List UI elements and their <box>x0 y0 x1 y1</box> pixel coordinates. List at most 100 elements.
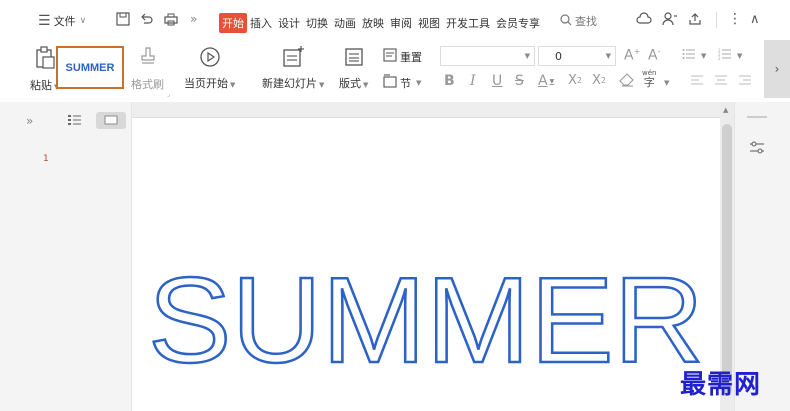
tab-design[interactable]: 设计 <box>275 15 303 31</box>
tab-insert[interactable]: 插入 <box>247 15 275 31</box>
svg-text:3: 3 <box>718 56 721 60</box>
clear-format-icon[interactable] <box>619 73 635 87</box>
play-dropdown-icon: ▼ <box>230 81 236 89</box>
bullets-dropdown-icon: ▼ <box>701 51 707 60</box>
bullets-button[interactable]: ▼ <box>682 48 706 63</box>
layout-button[interactable]: 版式 ▼ <box>339 46 368 91</box>
section-button[interactable]: 节 ▼ <box>383 74 421 91</box>
paste-button[interactable]: 粘贴▼ <box>30 46 59 93</box>
search-icon <box>560 13 572 29</box>
italic-icon[interactable]: I <box>470 73 476 89</box>
ribbon-scroll-right-button[interactable]: › <box>764 40 790 98</box>
align-center-icon[interactable] <box>714 74 728 86</box>
paste-label: 粘贴 <box>30 79 52 92</box>
font-shrink-icon: A- <box>648 47 661 64</box>
tab-review[interactable]: 审阅 <box>387 15 415 31</box>
new-slide-label: 新建幻灯片 <box>262 77 317 90</box>
more-options-icon[interactable]: ⋮ <box>728 11 742 27</box>
scrollbar-thumb[interactable] <box>722 124 732 394</box>
cloud-sync-icon[interactable] <box>636 12 652 26</box>
hamburger-icon: ☰ <box>38 13 51 29</box>
font-color-icon[interactable]: A ▼ <box>538 73 554 89</box>
tab-home[interactable]: 开始 <box>219 13 247 33</box>
tab-view[interactable]: 视图 <box>415 15 443 31</box>
print-icon[interactable] <box>164 12 178 26</box>
main-menu-button[interactable]: ☰ 文件 ∨ <box>38 13 86 29</box>
expand-pane-icon[interactable]: » <box>26 114 33 128</box>
increase-font-size-button[interactable]: A+ <box>624 47 640 64</box>
strikethrough-icon[interactable]: S <box>515 73 524 89</box>
share-icon[interactable] <box>688 12 702 26</box>
font-name-select[interactable]: ▼ <box>440 46 535 66</box>
format-painter-button[interactable]: 格式刷 <box>131 46 164 92</box>
new-slide-icon <box>281 46 305 71</box>
font-size-select[interactable]: 0 ▼ <box>538 46 616 66</box>
slide-main-text: SUMMER <box>148 262 704 370</box>
reset-icon <box>383 48 397 65</box>
phonetic-guide-icon: 字 <box>643 76 655 89</box>
clipboard-group-launcher-icon[interactable]: ⌟ <box>167 90 170 98</box>
font-size-dropdown-icon: ▼ <box>605 52 611 60</box>
scroll-up-icon[interactable]: ▲ <box>723 106 728 114</box>
slide-thumbnail-text: SUMMER <box>65 61 115 74</box>
numbering-button[interactable]: 123 ▼ <box>718 48 742 63</box>
section-icon <box>383 74 397 91</box>
format-painter-icon <box>138 46 158 71</box>
slide-thumbnail-pane: » 1 <box>0 102 132 411</box>
phonetic-guide-button[interactable]: wén 字 <box>642 70 656 89</box>
thumbnail-view-button[interactable] <box>96 112 126 129</box>
phonetic-dropdown-icon[interactable]: ▼ <box>664 79 669 87</box>
search-label: 查找 <box>575 15 597 28</box>
superscript-icon[interactable]: X2 <box>568 73 582 88</box>
paste-icon <box>34 46 56 73</box>
save-icon[interactable] <box>116 12 130 26</box>
bold-icon[interactable]: B <box>444 73 455 89</box>
collaborate-icon[interactable] <box>662 12 678 26</box>
tab-member[interactable]: 会员专享 <box>493 15 543 31</box>
align-left-icon[interactable] <box>690 74 704 86</box>
new-slide-dropdown-icon: ▼ <box>319 81 325 89</box>
task-pane-handle <box>747 116 767 118</box>
section-dropdown-icon: ▼ <box>416 78 422 87</box>
numbered-list-icon: 123 <box>718 48 732 63</box>
numbering-dropdown-icon: ▼ <box>737 51 743 60</box>
collapse-ribbon-icon[interactable]: ∧ <box>750 12 760 27</box>
underline-icon[interactable]: U <box>492 73 502 89</box>
layout-dropdown-icon: ▼ <box>363 81 369 89</box>
chevron-right-icon: › <box>774 62 780 76</box>
font-grow-icon: A+ <box>624 47 641 64</box>
decrease-font-size-button[interactable]: A- <box>648 47 660 64</box>
undo-icon[interactable] <box>140 12 154 26</box>
properties-settings-icon[interactable] <box>749 140 765 159</box>
ribbon-tab-list: 开始 插入 设计 切换 动画 放映 审阅 视图 开发工具 会员专享 <box>219 13 543 33</box>
slide-view-icon <box>104 114 118 128</box>
slide-thumbnail[interactable]: SUMMER <box>56 46 124 89</box>
tab-animations[interactable]: 动画 <box>331 15 359 31</box>
font-size-value: 0 <box>555 49 562 63</box>
subscript-icon[interactable]: X2 <box>592 73 606 88</box>
tab-developer[interactable]: 开发工具 <box>443 15 493 31</box>
play-circle-icon <box>199 46 221 71</box>
play-from-current-button[interactable]: 当页开始 ▼ <box>184 46 235 91</box>
reset-button[interactable]: 重置 <box>383 48 422 65</box>
tab-transitions[interactable]: 切换 <box>303 15 331 31</box>
format-painter-label: 格式刷 <box>131 78 164 91</box>
menu-bar: ☰ 文件 ∨ » 开始 插入 设计 切换 动画 放映 审阅 视图 开发工具 会员… <box>0 0 790 40</box>
watermark-logo: 最需网 <box>680 370 762 400</box>
slide-title-wordart[interactable]: SUMMER <box>146 262 706 370</box>
outline-view-icon[interactable] <box>68 114 82 129</box>
play-from-current-label: 当页开始 <box>184 77 228 90</box>
layout-icon <box>343 46 365 71</box>
search-button[interactable]: 查找 <box>560 13 597 29</box>
align-right-icon[interactable] <box>738 74 752 86</box>
section-label: 节 <box>400 76 411 90</box>
file-menu-label: 文件 <box>53 15 76 28</box>
new-slide-button[interactable]: 新建幻灯片 ▼ <box>262 46 324 91</box>
tab-slideshow[interactable]: 放映 <box>359 15 387 31</box>
more-quick-access-icon[interactable]: » <box>190 12 197 26</box>
reset-label: 重置 <box>400 50 422 64</box>
chevron-down-icon: ∨ <box>79 16 87 26</box>
font-name-dropdown-icon: ▼ <box>524 52 530 60</box>
canvas-top-margin <box>132 102 720 118</box>
thumbnail-pane-toolbar: » <box>0 102 132 138</box>
